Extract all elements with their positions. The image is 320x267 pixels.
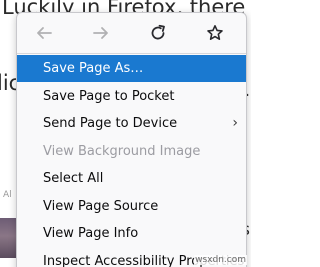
menu-item-label: Send Page to Device bbox=[43, 116, 178, 131]
menu-item-view-page-source[interactable]: View Page Source bbox=[17, 193, 246, 220]
menu-item-save-to-pocket[interactable]: Save Page to Pocket bbox=[17, 83, 246, 110]
menu-item-select-all[interactable]: Select All bbox=[17, 165, 246, 192]
page-background: Luckily in Firefox, there is a qu lic Al… bbox=[0, 0, 251, 267]
star-icon bbox=[207, 25, 223, 40]
menu-item-label: View Page Info bbox=[43, 226, 139, 241]
menu-item-label: Select All bbox=[43, 171, 104, 186]
chevron-right-icon: › bbox=[232, 115, 238, 131]
arrow-left-icon bbox=[37, 27, 52, 39]
context-menu: Save Page As… Save Page to Pocket Send P… bbox=[16, 12, 247, 267]
menu-item-save-page-as[interactable]: Save Page As… bbox=[17, 55, 246, 82]
bookmark-button[interactable] bbox=[203, 21, 227, 45]
menu-item-send-to-device[interactable]: Send Page to Device › bbox=[17, 110, 246, 137]
menu-item-label: View Background Image bbox=[43, 144, 201, 159]
menu-item-label: Save Page to Pocket bbox=[43, 89, 175, 104]
menu-item-label: View Page Source bbox=[43, 199, 159, 214]
background-caption: Al bbox=[3, 190, 12, 200]
menu-item-view-page-info[interactable]: View Page Info bbox=[17, 220, 246, 247]
watermark: wsxdn.com bbox=[194, 255, 247, 265]
navigation-row bbox=[17, 13, 246, 53]
reload-button[interactable] bbox=[146, 21, 170, 45]
menu-item-label: Save Page As… bbox=[43, 61, 144, 76]
menu-item-view-background-image: View Background Image bbox=[17, 138, 246, 165]
forward-button[interactable] bbox=[89, 21, 113, 45]
back-button[interactable] bbox=[32, 21, 56, 45]
reload-icon bbox=[151, 24, 165, 40]
arrow-right-icon bbox=[93, 27, 108, 39]
menu-separator bbox=[17, 53, 246, 54]
